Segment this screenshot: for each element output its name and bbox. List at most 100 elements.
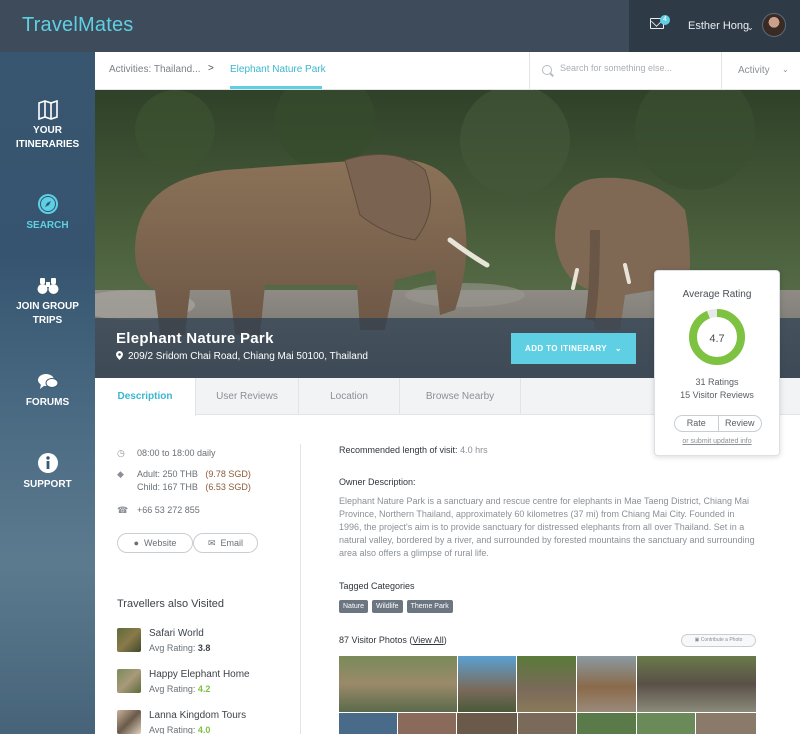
rating-prefix: Avg Rating: — [149, 684, 196, 694]
rating-card: Average Rating 4.7 31 Ratings 15 Visitor… — [654, 270, 780, 456]
photo-grid — [339, 656, 756, 734]
contribute-label: Contribute a Photo — [700, 637, 743, 643]
user-name[interactable]: Esther Hong — [688, 20, 749, 32]
tab-browse-nearby[interactable]: Browse Nearby — [400, 378, 521, 415]
search-box — [529, 52, 721, 89]
recommended-length: Recommended length of visit: 4.0 hrs — [339, 445, 488, 455]
notification-badge: 4 — [660, 15, 670, 25]
list-item[interactable]: Safari World Avg Rating: 3.8 — [117, 628, 287, 654]
sidebar-item-label: YOUR — [33, 125, 62, 136]
tag-list: Nature Wildlife Theme Park — [339, 600, 453, 613]
visitor-photo[interactable] — [458, 656, 516, 712]
breadcrumb-current[interactable]: Elephant Nature Park — [230, 64, 326, 75]
phone-text: +66 53 272 855 — [137, 505, 200, 515]
breadcrumb-separator: > — [208, 63, 214, 74]
tab-user-reviews[interactable]: User Reviews — [196, 378, 299, 415]
top-bar: TravelMates 4 Esther Hong ⌄ — [0, 0, 800, 52]
sidebar-item-label: FORUMS — [25, 397, 70, 408]
activity-dropdown-label: Activity — [738, 65, 770, 76]
description-column: Recommended length of visit: 4.0 hrs Own… — [339, 415, 759, 734]
search-input[interactable] — [560, 63, 710, 73]
visitor-photo[interactable] — [637, 656, 756, 712]
visitor-photo[interactable] — [339, 713, 397, 734]
reviews-count: 15 Visitor Reviews — [680, 390, 754, 400]
visitor-photo[interactable] — [577, 656, 636, 712]
submit-info-link[interactable]: or submit updated info — [655, 438, 779, 445]
child-price-line: Child: 167 THB (6.53 SGD) — [137, 482, 251, 492]
visitor-photo[interactable] — [637, 713, 695, 734]
also-visited-name: Lanna Kingdom Tours — [149, 710, 247, 721]
details-column: ◷ 08:00 to 18:00 daily ◆ Adult: 250 THB … — [95, 415, 300, 734]
tagged-categories-title: Tagged Categories — [339, 581, 415, 591]
visitor-photo[interactable] — [398, 713, 456, 734]
clock-icon: ◷ — [117, 448, 125, 458]
visitor-photo[interactable] — [518, 713, 576, 734]
also-visited-title: Travellers also Visited — [117, 598, 224, 610]
email-label: Email — [220, 538, 244, 548]
chevron-down-icon[interactable]: ⌄ — [747, 23, 754, 32]
add-to-itinerary-label: ADD TO ITINERARY — [525, 344, 607, 353]
tag-theme-park[interactable]: Theme Park — [406, 600, 453, 613]
sidebar-item-forums[interactable]: FORUMS — [0, 372, 95, 410]
rating-prefix: Avg Rating: — [149, 643, 196, 653]
binoculars-icon — [37, 278, 58, 294]
activity-dropdown[interactable]: Activity ⌄ — [721, 52, 800, 89]
visitor-photo[interactable] — [696, 713, 756, 734]
thumbnail — [117, 628, 141, 652]
also-visited-rating: Avg Rating: 4.2 — [149, 684, 210, 694]
child-price: Child: 167 THB — [137, 482, 198, 492]
ratings-count: 31 Ratings — [695, 377, 739, 387]
owner-description-text: Elephant Nature Park is a sanctuary and … — [339, 496, 755, 558]
rec-label: Recommended length of visit: — [339, 445, 458, 455]
visitor-photo[interactable] — [457, 713, 517, 734]
compass-icon — [37, 194, 58, 214]
sidebar-item-support[interactable]: SUPPORT — [0, 452, 95, 492]
child-price-sgd: (6.53 SGD) — [205, 482, 251, 492]
tab-location[interactable]: Location — [299, 378, 400, 415]
sidebar-item-itineraries[interactable]: YOUR ITINERARIES — [0, 100, 95, 152]
review-button[interactable]: Review — [717, 416, 762, 431]
tag-nature[interactable]: Nature — [339, 600, 369, 613]
sidebar-item-label: ITINERARIES — [15, 139, 80, 150]
address: 209/2 Sridom Chai Road, Chiang Mai 50100… — [116, 351, 368, 362]
add-to-itinerary-button[interactable]: ADD TO ITINERARY ⌄ — [511, 333, 636, 364]
chevron-down-icon: ⌄ — [782, 65, 789, 74]
tag-wildlife[interactable]: Wildlife — [372, 600, 403, 613]
sidebar-item-label: JOIN GROUP — [16, 301, 79, 312]
website-button[interactable]: ● Website — [117, 533, 193, 553]
sidebar-item-search[interactable]: SEARCH — [0, 193, 95, 233]
thumbnail — [117, 710, 141, 734]
rec-value: 4.0 hrs — [460, 445, 488, 455]
owner-description-title: Owner Description: — [339, 477, 416, 487]
visitor-photo[interactable] — [577, 713, 636, 734]
page-title: Elephant Nature Park — [116, 330, 274, 347]
address-text: 209/2 Sridom Chai Road, Chiang Mai 50100… — [128, 351, 368, 362]
sidebar-item-label: SEARCH — [26, 220, 69, 231]
photos-title: 87 Visitor Photos (View All) — [339, 635, 447, 645]
globe-icon: ● — [133, 538, 140, 548]
sidebar-item-group-trips[interactable]: JOIN GROUP TRIPS — [0, 276, 95, 328]
brand-logo[interactable]: TravelMates — [22, 14, 134, 37]
rating-title: Average Rating — [682, 289, 752, 300]
view-all-link[interactable]: View All — [412, 635, 443, 645]
email-button[interactable]: ✉ Email — [193, 533, 258, 553]
breadcrumb-parent[interactable]: Activities: Thailand... — [109, 64, 201, 75]
rating-number: 4.0 — [197, 725, 211, 734]
visitor-photo[interactable] — [339, 656, 457, 712]
avatar[interactable] — [762, 13, 786, 37]
photos-count: 87 Visitor Photos — [339, 635, 407, 645]
breadcrumb: Activities: Thailand... > Elephant Natur… — [95, 52, 800, 90]
user-area: 4 Esther Hong ⌄ — [629, 0, 800, 52]
list-item[interactable]: Happy Elephant Home Avg Rating: 4.2 — [117, 669, 287, 695]
rating-value: 4.7 — [709, 333, 725, 345]
tab-description[interactable]: Description — [95, 378, 196, 416]
contribute-photo-button[interactable]: ▣ Contribute a Photo — [681, 634, 756, 647]
sidebar-item-label: SUPPORT — [23, 479, 72, 490]
rate-button[interactable]: Rate — [675, 416, 718, 431]
info-icon — [37, 453, 58, 473]
phone-icon: ☎ — [117, 505, 129, 515]
chevron-down-icon: ⌄ — [614, 344, 622, 353]
visitor-photo[interactable] — [517, 656, 576, 712]
list-item[interactable]: Lanna Kingdom Tours Avg Rating: 4.0 — [117, 710, 287, 734]
sidebar-item-label: TRIPS — [32, 315, 63, 326]
